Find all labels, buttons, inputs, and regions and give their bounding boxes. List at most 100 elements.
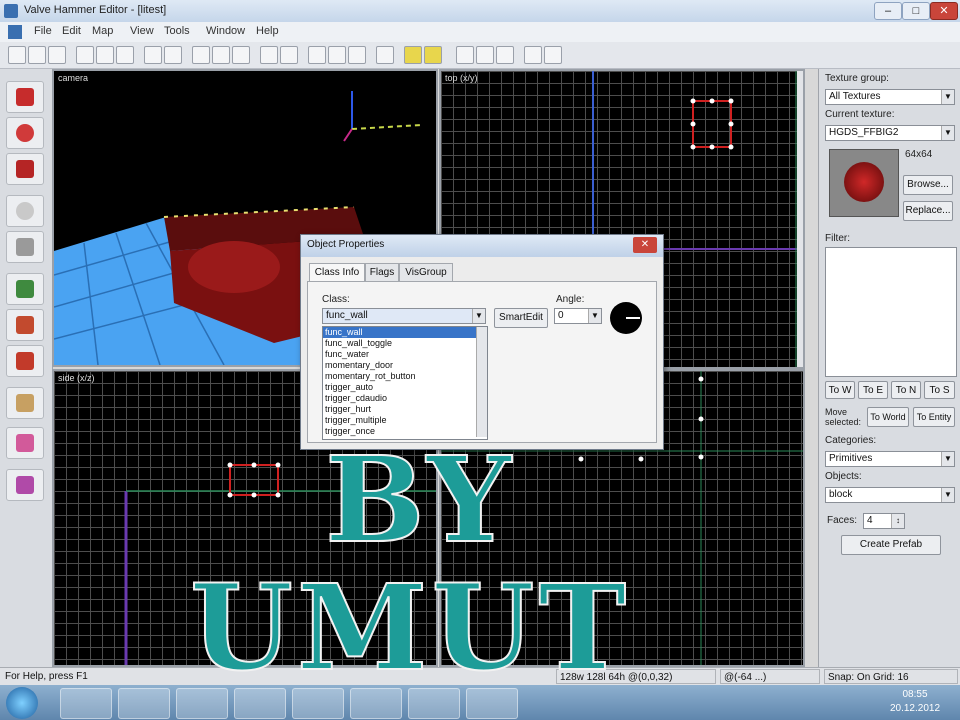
faces-spinner[interactable]: 4 ↕ <box>863 513 905 529</box>
texture-group-combo[interactable]: All Textures ▼ <box>825 89 955 105</box>
to-n-button[interactable]: To N <box>891 381 921 399</box>
tool-block[interactable] <box>6 231 44 263</box>
texture-size: 64x64 <box>905 149 933 160</box>
toolbar-cut-button[interactable] <box>76 46 94 64</box>
toolbar-undo-button[interactable] <box>144 46 162 64</box>
class-list-item[interactable]: func_wall <box>323 327 487 338</box>
menu-help[interactable]: Help <box>256 25 279 37</box>
dialog-close-button[interactable]: ✕ <box>633 237 657 253</box>
browse-button[interactable]: Browse... <box>903 175 953 195</box>
tool-magnify[interactable] <box>6 117 44 149</box>
toolbar-new-button[interactable] <box>8 46 26 64</box>
class-list-item[interactable]: func_wall_toggle <box>323 338 487 349</box>
tool-vertex[interactable] <box>6 427 44 459</box>
current-texture-value: HGDS_FFBIG2 <box>829 127 899 138</box>
current-texture-label: Current texture: <box>825 109 895 120</box>
menu-map[interactable]: Map <box>92 25 113 37</box>
toolbar-grid-smaller-button[interactable] <box>212 46 230 64</box>
tool-entity[interactable] <box>6 195 44 227</box>
dialog-tab-panel: Class: func_wall ▼ func_wall func_wall_t… <box>307 281 657 443</box>
tab-class-info[interactable]: Class Info <box>309 263 365 282</box>
toolbar-run-button[interactable] <box>424 46 442 64</box>
class-list-item[interactable]: func_water <box>323 349 487 360</box>
status-coords: @(-64 ...) <box>720 669 820 684</box>
toolbar-3d-grid-button[interactable] <box>260 46 278 64</box>
toolbar-entity-report-button[interactable] <box>524 46 542 64</box>
menu-file[interactable]: File <box>34 25 52 37</box>
to-s-button[interactable]: To S <box>924 381 955 399</box>
toolbar-save-button[interactable] <box>48 46 66 64</box>
objects-value: block <box>829 489 853 500</box>
to-w-button[interactable]: To W <box>825 381 855 399</box>
menu-bar: File Edit Map View Tools Window Help <box>0 22 960 42</box>
toolbar-grid-button[interactable] <box>192 46 210 64</box>
tool-apply-texture[interactable] <box>6 309 44 341</box>
create-prefab-button[interactable]: Create Prefab <box>841 535 941 555</box>
menu-view[interactable]: View <box>130 25 154 37</box>
class-list-item[interactable]: trigger_cdaudio <box>323 393 487 404</box>
angle-dial[interactable] <box>610 302 642 334</box>
maximize-button[interactable]: □ <box>902 2 930 20</box>
top-viewport-scrollbar[interactable] <box>797 71 803 367</box>
tab-visgroup[interactable]: VisGroup <box>399 263 453 282</box>
tool-texture-application[interactable] <box>6 273 44 305</box>
menu-edit[interactable]: Edit <box>62 25 81 37</box>
decal-icon <box>16 352 34 370</box>
angle-combo-value: 0 <box>558 310 564 321</box>
class-list-item[interactable]: trigger_hurt <box>323 404 487 415</box>
class-list-item[interactable]: trigger_multiple <box>323 415 487 426</box>
toolbar-select-objects-button[interactable] <box>476 46 494 64</box>
toolbar-compile-button[interactable] <box>404 46 422 64</box>
clock-date: 20.12.2012 <box>889 703 941 714</box>
smartedit-button[interactable]: SmartEdit <box>494 308 548 328</box>
to-e-button[interactable]: To E <box>858 381 888 399</box>
clock-time: 08:55 <box>902 689 928 700</box>
taskbar-ie-button[interactable] <box>60 688 112 719</box>
categories-combo[interactable]: Primitives ▼ <box>825 451 955 467</box>
class-list-item[interactable]: momentary_rot_button <box>323 371 487 382</box>
toolbar-ungroup-button[interactable] <box>348 46 366 64</box>
toolbar-redo-button[interactable] <box>164 46 182 64</box>
class-list-scrollbar[interactable] <box>476 327 487 437</box>
toolbar-select-faces-button[interactable] <box>496 46 514 64</box>
toolbar-paste-button[interactable] <box>116 46 134 64</box>
objects-combo[interactable]: block ▼ <box>825 487 955 503</box>
watermark-line2: UMUT <box>189 558 631 697</box>
toolbar-check-problems-button[interactable] <box>544 46 562 64</box>
close-button[interactable]: ✕ <box>930 2 958 20</box>
class-list-item[interactable]: momentary_door <box>323 360 487 371</box>
toolbar-group-button[interactable] <box>328 46 346 64</box>
menu-window[interactable]: Window <box>206 25 245 37</box>
right-panel: Texture group: All Textures ▼ Current te… <box>818 69 960 667</box>
current-texture-combo[interactable]: HGDS_FFBIG2 ▼ <box>825 125 955 141</box>
dialog-title-bar: Object Properties ✕ <box>301 235 663 257</box>
tool-path[interactable] <box>6 469 44 501</box>
toolbar-snap-button[interactable] <box>280 46 298 64</box>
replace-button[interactable]: Replace... <box>903 201 953 221</box>
toolbar-copy-button[interactable] <box>96 46 114 64</box>
minimize-button[interactable]: – <box>874 2 902 20</box>
to-world-button[interactable]: To World <box>867 407 909 427</box>
tab-flags[interactable]: Flags <box>365 263 399 282</box>
toolbar-open-button[interactable] <box>28 46 46 64</box>
toolbar <box>0 42 960 69</box>
tool-clip[interactable] <box>6 387 44 419</box>
toolbar-texture-lock-button[interactable] <box>456 46 474 64</box>
visgroup-list[interactable] <box>825 247 957 377</box>
to-entity-button[interactable]: To Entity <box>913 407 955 427</box>
class-combo[interactable]: func_wall ▼ <box>322 308 486 324</box>
toolbar-grid-larger-button[interactable] <box>232 46 250 64</box>
angle-combo[interactable]: 0 ▼ <box>554 308 602 324</box>
class-list-item[interactable]: trigger_auto <box>323 382 487 393</box>
entity-icon <box>16 202 34 220</box>
tool-camera[interactable] <box>6 153 44 185</box>
tool-decal[interactable] <box>6 345 44 377</box>
class-list[interactable]: func_wall func_wall_toggle func_water mo… <box>322 326 488 440</box>
start-button[interactable] <box>6 687 38 719</box>
texture-group-label: Texture group: <box>825 73 889 84</box>
toolbar-carve-button[interactable] <box>308 46 326 64</box>
taskbar-explorer-button[interactable] <box>118 688 170 719</box>
menu-tools[interactable]: Tools <box>164 25 190 37</box>
tool-selection[interactable] <box>6 81 44 113</box>
toolbar-hide-button[interactable] <box>376 46 394 64</box>
